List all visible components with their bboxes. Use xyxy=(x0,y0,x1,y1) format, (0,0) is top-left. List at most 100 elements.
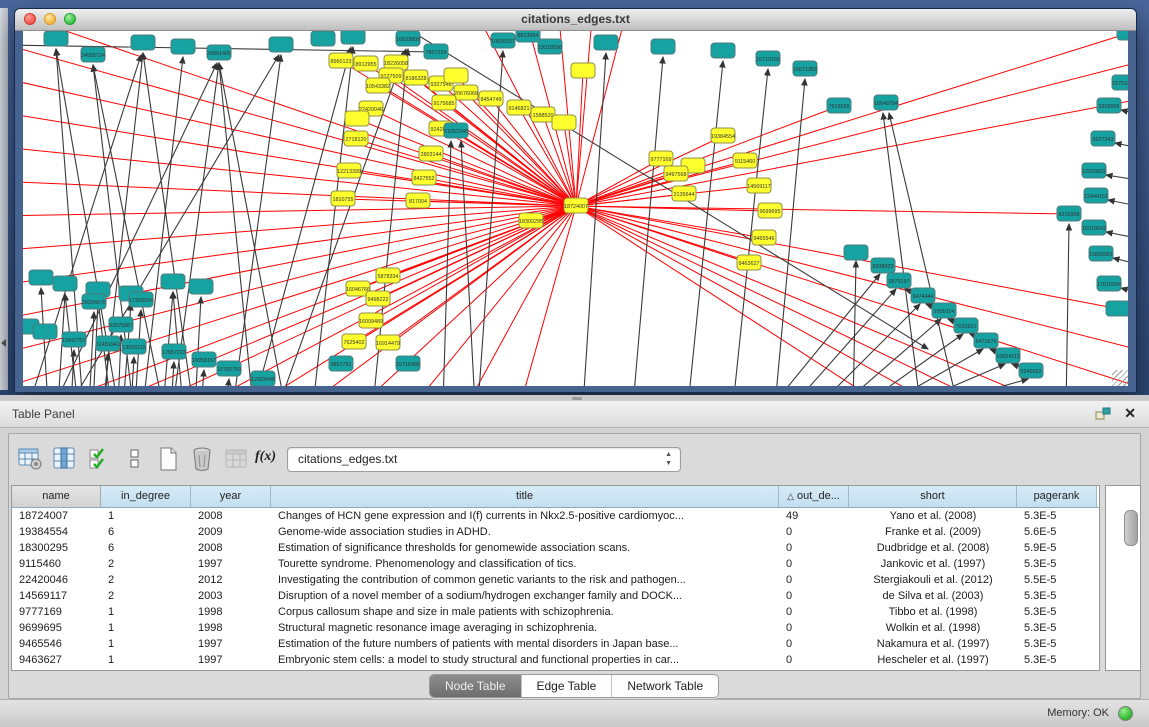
network-node[interactable]: 9175685 xyxy=(432,95,456,110)
network-node[interactable]: 2718120 xyxy=(344,131,368,146)
network-node[interactable]: 2803144 xyxy=(419,146,443,161)
column-header-in-degree[interactable]: in_degree xyxy=(101,486,191,507)
network-node[interactable] xyxy=(444,68,468,83)
table-row[interactable]: 969969511998Structural magnetic resonanc… xyxy=(12,620,1099,636)
column-header-out-degree[interactable]: △out_de... xyxy=(779,486,849,507)
network-node[interactable]: 9777169 xyxy=(649,151,673,166)
network-node[interactable]: 20891406 xyxy=(207,45,231,60)
network-node[interactable] xyxy=(171,39,195,54)
network-node[interactable] xyxy=(1117,31,1128,40)
network-node[interactable]: 21053346 xyxy=(444,123,468,138)
table-row[interactable]: 911546021997Tourette syndrome. Phenomeno… xyxy=(12,556,1099,572)
network-node[interactable]: 10654112 xyxy=(996,348,1020,363)
table-row[interactable]: 2242004622012Investigating the contribut… xyxy=(12,572,1099,588)
scrollbar-thumb[interactable] xyxy=(1124,510,1138,546)
network-node[interactable] xyxy=(341,31,365,44)
network-canvas[interactable]: 1872400718300295896012389129551822605891… xyxy=(23,31,1128,386)
table-row[interactable]: 1872400712008Changes of HCN gene express… xyxy=(12,508,1099,524)
network-node[interactable] xyxy=(53,276,77,291)
table-settings-icon[interactable] xyxy=(17,446,45,473)
column-header-pagerank[interactable]: pagerank xyxy=(1017,486,1097,507)
network-node[interactable]: 20206576 xyxy=(82,294,106,309)
network-node[interactable]: 9699695 xyxy=(758,203,782,218)
network-node[interactable]: 8186328 xyxy=(404,70,428,85)
network-node[interactable]: 10543382 xyxy=(366,78,390,93)
network-node[interactable]: 7857224 xyxy=(424,44,448,59)
network-node[interactable]: 7632621 xyxy=(954,318,978,333)
checkbox-column-icon[interactable] xyxy=(121,446,149,473)
network-node[interactable]: 8813054 xyxy=(516,31,540,42)
column-header-title[interactable]: title xyxy=(271,486,779,507)
tab-node-table[interactable]: Node Table xyxy=(430,675,522,697)
network-node[interactable] xyxy=(44,31,68,46)
network-node[interactable] xyxy=(1106,301,1128,316)
table-row[interactable]: 946554611997Estimation of the future num… xyxy=(12,636,1099,652)
tab-network-table[interactable]: Network Table xyxy=(612,675,718,697)
network-node[interactable]: 19218596 xyxy=(538,39,562,54)
network-node[interactable]: 17957223 xyxy=(162,344,186,359)
network-node[interactable]: 817004 xyxy=(406,193,430,208)
network-node[interactable]: 1588520 xyxy=(531,107,555,122)
network-node[interactable]: 12923448 xyxy=(251,371,275,386)
table-row[interactable]: 1830029562008Estimation of significance … xyxy=(12,540,1099,556)
network-node[interactable]: 24055724 xyxy=(81,47,105,62)
float-window-icon[interactable] xyxy=(1095,407,1111,421)
table-row[interactable]: 1938455462009Genome-wide association stu… xyxy=(12,524,1099,540)
network-node[interactable]: 9329966 xyxy=(1097,98,1121,113)
network-node[interactable]: 19384554 xyxy=(711,128,735,143)
network-node[interactable]: 6879197 xyxy=(887,273,911,288)
network-node[interactable]: 17359924 xyxy=(129,292,153,307)
network-node[interactable]: 1810755 xyxy=(331,191,355,206)
network-node[interactable]: 8454749 xyxy=(479,91,503,106)
select-rows-icon[interactable] xyxy=(87,446,115,473)
network-node[interactable]: 10655327 xyxy=(491,33,515,48)
network-node[interactable]: 15892951 xyxy=(1089,246,1113,261)
network-file-select[interactable]: citations_edges.txt ▲▼ xyxy=(287,447,681,472)
network-node[interactable]: 8471676 xyxy=(974,333,998,348)
network-node[interactable]: 16210643 xyxy=(1082,220,1106,235)
network-node[interactable]: 16914479 xyxy=(376,335,400,350)
network-node[interactable] xyxy=(33,324,57,339)
network-node[interactable]: 12093832 xyxy=(1082,163,1106,178)
resize-grip[interactable] xyxy=(1112,370,1128,386)
network-node[interactable] xyxy=(571,63,595,78)
network-node[interactable]: 15751074 xyxy=(1112,75,1128,90)
network-node[interactable]: 9463627 xyxy=(737,255,761,270)
tab-edge-table[interactable]: Edge Table xyxy=(522,675,613,697)
network-node[interactable]: 9474444 xyxy=(911,288,935,303)
network-node[interactable]: 9146821 xyxy=(507,100,531,115)
network-node[interactable] xyxy=(161,274,185,289)
network-node[interactable]: 17016504 xyxy=(1097,276,1121,291)
network-node[interactable]: 15942757 xyxy=(62,332,86,347)
network-node[interactable]: 8960123 xyxy=(329,53,353,68)
network-node[interactable] xyxy=(594,35,618,50)
network-node[interactable] xyxy=(189,279,213,294)
network-node[interactable]: 93975887 xyxy=(109,317,133,332)
panel-collapse-arrow-icon[interactable] xyxy=(1,339,6,347)
network-node[interactable]: 12213399 xyxy=(337,163,361,178)
import-table-disabled-icon[interactable] xyxy=(223,446,251,473)
select-columns-icon[interactable] xyxy=(51,446,79,473)
network-node[interactable]: 18724007 xyxy=(564,198,588,213)
network-node[interactable]: 13505115 xyxy=(122,339,146,354)
network-node[interactable] xyxy=(711,43,735,58)
network-node[interactable]: 14569117 xyxy=(747,178,771,193)
network-node[interactable]: 8215958 xyxy=(1057,206,1081,221)
network-node[interactable]: 5878334 xyxy=(376,268,400,283)
table-scrollbar[interactable] xyxy=(1105,485,1141,671)
column-header-short[interactable]: short xyxy=(849,486,1017,507)
column-header-name[interactable]: name xyxy=(12,486,101,507)
network-node[interactable] xyxy=(552,115,576,130)
network-node[interactable]: 8427552 xyxy=(412,170,436,185)
network-node[interactable] xyxy=(311,31,335,46)
network-node[interactable] xyxy=(844,245,868,260)
network-node[interactable]: 16958167 xyxy=(192,352,216,367)
network-node[interactable]: 16033809 xyxy=(396,31,420,46)
network-node[interactable]: 9245652 xyxy=(1019,363,1043,378)
network-node[interactable]: 2935114 xyxy=(932,303,956,318)
network-node[interactable] xyxy=(131,35,155,50)
table-row[interactable]: 1456911722003Disruption of a novel membe… xyxy=(12,588,1099,604)
network-node[interactable]: 15716485 xyxy=(396,356,420,371)
network-node[interactable] xyxy=(345,111,369,126)
function-builder-icon[interactable]: f(x) xyxy=(255,449,283,476)
